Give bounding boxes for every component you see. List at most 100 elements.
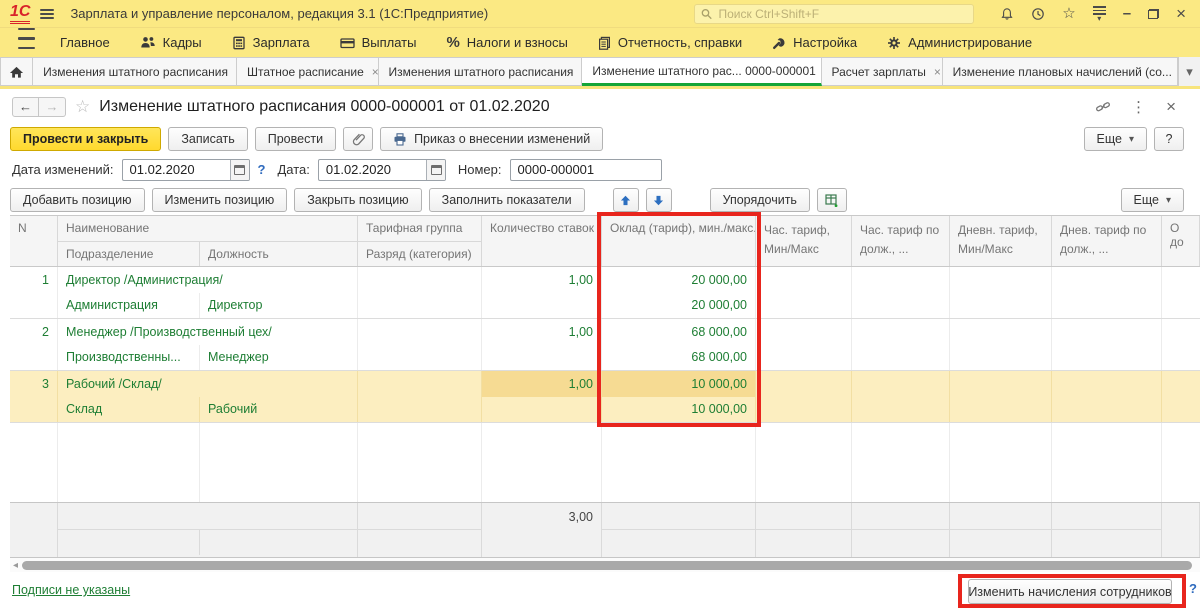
search-input[interactable] bbox=[718, 7, 967, 21]
nav-forward-button[interactable]: → bbox=[39, 97, 66, 117]
menu-item-nastroyka[interactable]: Настройка bbox=[757, 28, 872, 57]
move-up-button[interactable] bbox=[613, 188, 639, 212]
more-button[interactable]: Еще▾ bbox=[1084, 127, 1147, 151]
col-tariff[interactable]: Тарифная группа bbox=[358, 216, 481, 242]
tab-close-icon[interactable]: × bbox=[372, 65, 379, 79]
table-row[interactable]: 2 Менеджер /Производственный цех/ 1,00 6… bbox=[10, 319, 1200, 371]
col-hour-tariff-pos[interactable]: Час. тариф по долж., ... bbox=[852, 216, 950, 266]
tab-izmenenie-planovyh[interactable]: Изменение плановых начислений (со...× bbox=[943, 57, 1178, 86]
tab-izmenenie-active[interactable]: Изменение штатного рас... 0000-000001× bbox=[582, 57, 821, 86]
col-n[interactable]: N bbox=[10, 216, 58, 266]
table-row-selected[interactable]: 3 Рабочий /Склад/ 1,00 10 000,00 Склад Р… bbox=[10, 371, 1200, 423]
col-day-tariff-pos[interactable]: Днев. тариф по долж., ... bbox=[1052, 216, 1162, 266]
position-cell[interactable]: Директор bbox=[200, 293, 358, 319]
salary-min-cell[interactable]: 10 000,00 bbox=[602, 371, 756, 397]
row-number[interactable]: 1 bbox=[10, 267, 58, 293]
link-icon[interactable] bbox=[1095, 100, 1111, 114]
salary-min-cell[interactable]: 68 000,00 bbox=[602, 319, 756, 345]
salary-min-cell[interactable]: 20 000,00 bbox=[602, 267, 756, 293]
position-cell[interactable]: Рабочий bbox=[200, 397, 358, 423]
fill-indicators-button[interactable]: Заполнить показатели bbox=[429, 188, 585, 212]
dept-cell[interactable]: Склад bbox=[58, 397, 200, 423]
change-date-help-icon[interactable]: ? bbox=[258, 162, 266, 177]
global-search[interactable] bbox=[694, 4, 974, 24]
table-more-button[interactable]: Еще▾ bbox=[1121, 188, 1184, 212]
salary-max-cell[interactable]: 20 000,00 bbox=[602, 293, 756, 319]
date-input[interactable] bbox=[319, 162, 426, 177]
change-date-input[interactable] bbox=[123, 162, 230, 177]
post-and-close-button[interactable]: Провести и закрыть bbox=[10, 127, 161, 151]
position-cell[interactable]: Менеджер bbox=[200, 345, 358, 371]
col-salary[interactable]: Оклад (тариф), мин./макс. bbox=[602, 216, 756, 266]
menu-item-otchetnost[interactable]: Отчетность, справки bbox=[583, 28, 757, 57]
close-position-button[interactable]: Закрыть позицию bbox=[294, 188, 421, 212]
footer-help-icon[interactable]: ? bbox=[1189, 581, 1197, 596]
post-button[interactable]: Провести bbox=[255, 127, 336, 151]
menu-item-zarplata[interactable]: Зарплата bbox=[217, 28, 325, 57]
nav-back-button[interactable]: ← bbox=[12, 97, 39, 117]
position-name-cell[interactable]: Директор /Администрация/ bbox=[58, 267, 358, 293]
col-clipped[interactable]: Одо bbox=[1162, 216, 1200, 266]
tab-close-icon[interactable]: × bbox=[934, 65, 941, 79]
col-rate-count[interactable]: Количество ставок bbox=[482, 216, 602, 266]
date-field[interactable] bbox=[318, 159, 446, 181]
calendar-picker-button[interactable] bbox=[426, 160, 445, 180]
rate-cell[interactable]: 1,00 bbox=[482, 319, 602, 345]
tab-izmeneniya-1[interactable]: Изменения штатного расписания× bbox=[33, 57, 237, 86]
history-icon[interactable] bbox=[1031, 7, 1045, 21]
horizontal-scrollbar[interactable]: ◂ bbox=[10, 558, 1200, 572]
col-hour-tariff[interactable]: Час. тариф, Мин/Макс bbox=[756, 216, 852, 266]
minimize-icon[interactable]: – bbox=[1123, 6, 1131, 21]
position-name-cell[interactable]: Рабочий /Склад/ bbox=[58, 371, 358, 397]
number-field[interactable] bbox=[510, 159, 662, 181]
dept-cell[interactable]: Администрация bbox=[58, 293, 200, 319]
tab-shtatnoe-raspisanie[interactable]: Штатное расписание× bbox=[237, 57, 379, 86]
dept-cell[interactable]: Производственны... bbox=[58, 345, 200, 371]
add-position-button[interactable]: Добавить позицию bbox=[10, 188, 145, 212]
col-grade[interactable]: Разряд (категория) bbox=[358, 242, 480, 266]
calendar-picker-button[interactable] bbox=[230, 160, 249, 180]
print-order-button[interactable]: Приказ о внесении изменений bbox=[380, 127, 603, 151]
tab-raschet-zarplaty[interactable]: Расчет зарплаты× bbox=[822, 57, 943, 86]
menu-item-nalogi[interactable]: % Налоги и взносы bbox=[431, 28, 582, 57]
rate-cell[interactable]: 1,00 bbox=[482, 371, 602, 397]
col-dept[interactable]: Подразделение bbox=[58, 242, 200, 266]
favorites-star-icon[interactable]: ☆ bbox=[1062, 6, 1075, 21]
hamburger-menu-icon[interactable] bbox=[40, 9, 54, 19]
close-document-icon[interactable]: × bbox=[1166, 97, 1176, 117]
sections-hamburger-icon[interactable] bbox=[8, 28, 45, 57]
more-dots-icon[interactable]: ⋮ bbox=[1131, 98, 1146, 116]
rate-cell[interactable]: 1,00 bbox=[482, 267, 602, 293]
edit-position-button[interactable]: Изменить позицию bbox=[152, 188, 288, 212]
restore-window-icon[interactable] bbox=[1148, 9, 1159, 19]
tab-home[interactable] bbox=[0, 57, 33, 86]
help-button[interactable]: ? bbox=[1154, 127, 1184, 151]
main-menu-icon[interactable]: ▾ bbox=[1093, 6, 1106, 21]
col-position[interactable]: Должность bbox=[200, 242, 357, 266]
menu-item-vyplaty[interactable]: Выплаты bbox=[325, 28, 432, 57]
scroll-left-icon[interactable]: ◂ bbox=[13, 560, 18, 571]
table-row[interactable]: 1 Директор /Администрация/ 1,00 20 000,0… bbox=[10, 267, 1200, 319]
change-accruals-button[interactable]: Изменить начисления сотрудников bbox=[968, 579, 1172, 604]
close-window-icon[interactable]: × bbox=[1176, 5, 1186, 22]
change-date-field[interactable] bbox=[122, 159, 250, 181]
tab-izmeneniya-2[interactable]: Изменения штатного расписания× bbox=[379, 57, 583, 86]
menu-item-kadry[interactable]: Кадры bbox=[125, 28, 217, 57]
tabs-overflow-icon[interactable]: ▾ bbox=[1178, 57, 1200, 86]
move-down-button[interactable] bbox=[646, 188, 672, 212]
position-name-cell[interactable]: Менеджер /Производственный цех/ bbox=[58, 319, 358, 345]
col-day-tariff[interactable]: Дневн. тариф, Мин/Макс bbox=[950, 216, 1052, 266]
row-number[interactable]: 3 bbox=[10, 371, 58, 397]
menu-item-administrirovanie[interactable]: Администрирование bbox=[872, 28, 1047, 57]
scrollbar-thumb[interactable] bbox=[22, 561, 1192, 570]
sort-button[interactable]: Упорядочить bbox=[710, 188, 810, 212]
number-input[interactable] bbox=[511, 162, 661, 177]
col-name[interactable]: Наименование bbox=[58, 216, 357, 242]
notifications-bell-icon[interactable] bbox=[1000, 7, 1014, 21]
favorite-star-icon[interactable]: ☆ bbox=[75, 97, 90, 117]
attachments-button[interactable] bbox=[343, 127, 373, 151]
row-number[interactable]: 2 bbox=[10, 319, 58, 345]
menu-item-glavnoe[interactable]: Главное bbox=[45, 28, 125, 57]
table-settings-button[interactable] bbox=[817, 188, 847, 212]
signatures-link[interactable]: Подписи не указаны bbox=[12, 583, 130, 597]
